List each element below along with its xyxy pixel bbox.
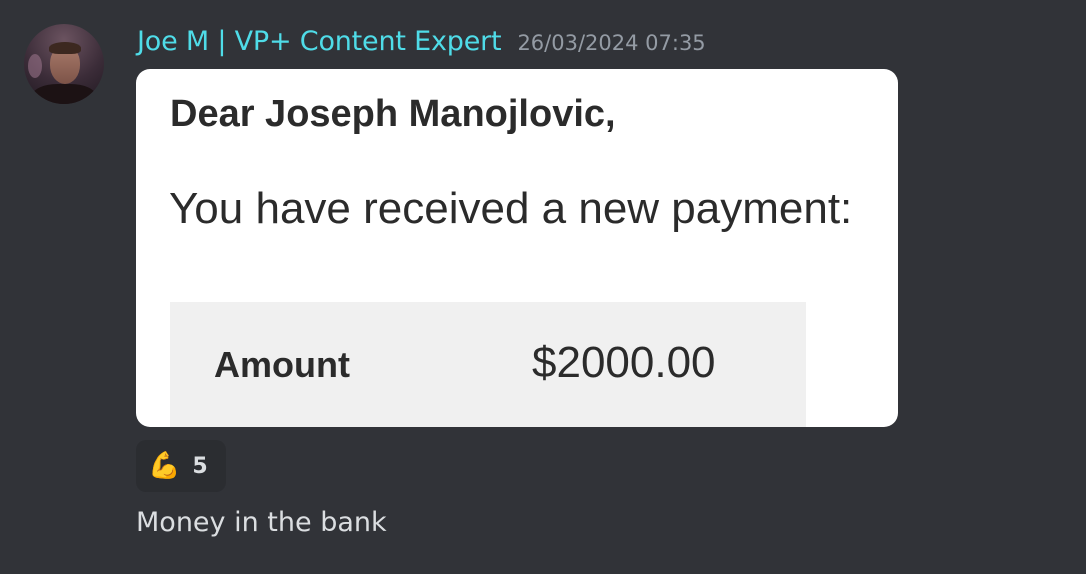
avatar-hair xyxy=(49,42,81,54)
reaction-button[interactable]: 💪 5 xyxy=(136,440,226,492)
attached-image-payment-email[interactable]: Dear Joseph Manojlovic, You have receive… xyxy=(136,69,898,427)
author-username[interactable]: Joe M | VP+ Content Expert xyxy=(137,26,502,57)
email-greeting: Dear Joseph Manojlovic, xyxy=(170,93,616,135)
user-avatar[interactable] xyxy=(24,24,104,104)
message-header: Joe M | VP+ Content Expert 26/03/2024 07… xyxy=(137,26,706,62)
amount-value: $2000.00 xyxy=(532,338,716,387)
chat-message: Joe M | VP+ Content Expert 26/03/2024 07… xyxy=(0,0,1086,574)
flexed-biceps-icon: 💪 xyxy=(148,451,181,481)
message-timestamp[interactable]: 26/03/2024 07:35 xyxy=(517,31,705,55)
message-text: Money in the bank xyxy=(136,507,387,538)
reaction-count: 5 xyxy=(192,453,208,479)
avatar-background-light xyxy=(28,54,42,78)
amount-label: Amount xyxy=(214,344,350,385)
avatar-body xyxy=(32,84,96,104)
payment-amount-box: Amount $2000.00 xyxy=(170,302,806,427)
email-payment-line: You have received a new payment: xyxy=(169,184,853,233)
